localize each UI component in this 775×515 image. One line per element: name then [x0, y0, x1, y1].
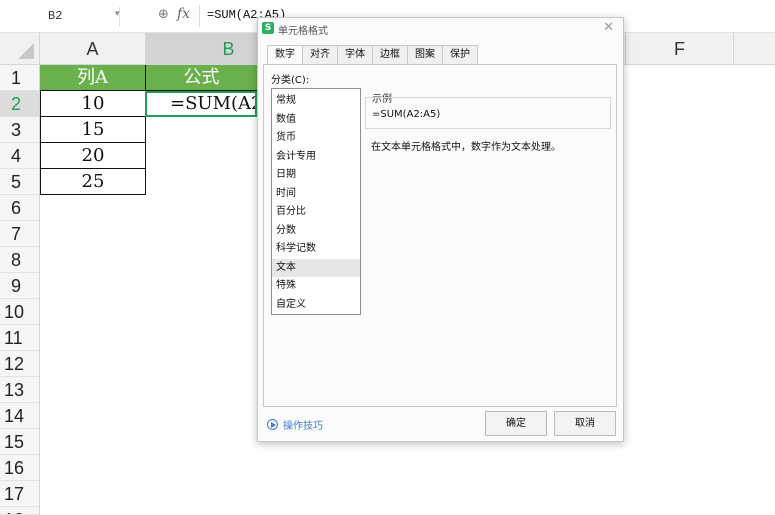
function-icon[interactable]: fx	[177, 6, 190, 22]
column-header-g[interactable]	[734, 33, 775, 65]
category-item[interactable]: 分数	[272, 222, 360, 241]
row-header-12[interactable]: 12	[0, 351, 40, 377]
category-item[interactable]: 特殊	[272, 277, 360, 296]
row-header-11[interactable]: 11	[0, 325, 40, 351]
category-item[interactable]: 科学记数	[272, 240, 360, 259]
row-header-10[interactable]: 10	[0, 299, 40, 325]
row-header-13[interactable]: 13	[0, 377, 40, 403]
category-list[interactable]: 常规 数值 货币 会计专用 日期 时间 百分比 分数 科学记数 文本 特殊 自定…	[271, 88, 361, 315]
tab-protection[interactable]: 保护	[443, 45, 478, 65]
zoom-icon[interactable]: ⊕	[158, 7, 169, 22]
ok-button[interactable]: 确定	[485, 411, 547, 436]
format-description: 在文本单元格格式中，数字作为文本处理。	[371, 142, 561, 153]
tab-panel: 分类(C): 常规 数值 货币 会计专用 日期 时间 百分比 分数 科学记数 文…	[263, 64, 617, 407]
category-item[interactable]: 自定义	[272, 296, 360, 315]
row-header-16[interactable]: 16	[0, 455, 40, 481]
chevron-down-icon[interactable]: ▾	[115, 9, 120, 19]
row-header-5[interactable]: 5	[0, 169, 40, 195]
row-header-8[interactable]: 8	[0, 247, 40, 273]
category-label: 分类(C):	[271, 75, 310, 86]
category-item[interactable]: 货币	[272, 129, 360, 148]
row-header-17[interactable]: 17	[0, 481, 40, 507]
sample-value: =SUM(A2:A5)	[372, 109, 441, 120]
dialog-tabs: 数字 对齐 字体 边框 图案 保护	[267, 45, 478, 65]
column-header-a[interactable]: A	[40, 33, 146, 65]
category-item[interactable]: 常规	[272, 92, 360, 111]
select-all-corner[interactable]	[0, 33, 40, 65]
cell-b2-selected[interactable]: =SUM(A2:A5)	[145, 91, 257, 117]
tab-font[interactable]: 字体	[338, 45, 373, 65]
category-item[interactable]: 百分比	[272, 203, 360, 222]
dialog-title-bar[interactable]: S 单元格格式 ✕	[258, 18, 623, 38]
row-header-7[interactable]: 7	[0, 221, 40, 247]
sample-box: =SUM(A2:A5)	[365, 97, 611, 129]
category-item[interactable]: 数值	[272, 111, 360, 130]
app-logo-icon: S	[262, 22, 274, 34]
name-box[interactable]: B2 ▾	[3, 7, 120, 27]
row-header-18[interactable]: 18	[0, 507, 40, 515]
cell-a3[interactable]: 15	[40, 117, 146, 143]
tab-alignment[interactable]: 对齐	[303, 45, 338, 65]
cell-a1[interactable]: 列A	[40, 65, 146, 91]
tips-link[interactable]: 操作技巧	[283, 417, 323, 432]
row-header-3[interactable]: 3	[0, 117, 40, 143]
cell-a4[interactable]: 20	[40, 143, 146, 169]
row-header-1[interactable]: 1	[0, 65, 40, 91]
cancel-button[interactable]: 取消	[554, 411, 616, 436]
cell-a2[interactable]: 10	[40, 91, 146, 117]
tab-pattern[interactable]: 图案	[408, 45, 443, 65]
category-item[interactable]: 时间	[272, 185, 360, 204]
column-header-f[interactable]: F	[626, 33, 734, 65]
close-icon[interactable]: ✕	[603, 20, 614, 35]
category-item[interactable]: 会计专用	[272, 148, 360, 167]
row-header-6[interactable]: 6	[0, 195, 40, 221]
row-header-2[interactable]: 2	[0, 91, 40, 117]
tab-border[interactable]: 边框	[373, 45, 408, 65]
row-header-14[interactable]: 14	[0, 403, 40, 429]
name-box-value: B2	[48, 9, 63, 23]
play-circle-icon[interactable]	[267, 419, 278, 430]
row-header-15[interactable]: 15	[0, 429, 40, 455]
row-header-4[interactable]: 4	[0, 143, 40, 169]
cell-a5[interactable]: 25	[40, 169, 146, 195]
dialog-title: 单元格格式	[278, 26, 328, 37]
category-item-selected[interactable]: 文本	[272, 258, 360, 277]
format-cells-dialog: S 单元格格式 ✕ 数字 对齐 字体 边框 图案 保护 分类(C): 常规 数值…	[257, 17, 624, 442]
cell-b1[interactable]: 公式	[146, 65, 257, 91]
category-item[interactable]: 日期	[272, 166, 360, 185]
tab-number[interactable]: 数字	[267, 45, 303, 65]
row-header-9[interactable]: 9	[0, 273, 40, 299]
